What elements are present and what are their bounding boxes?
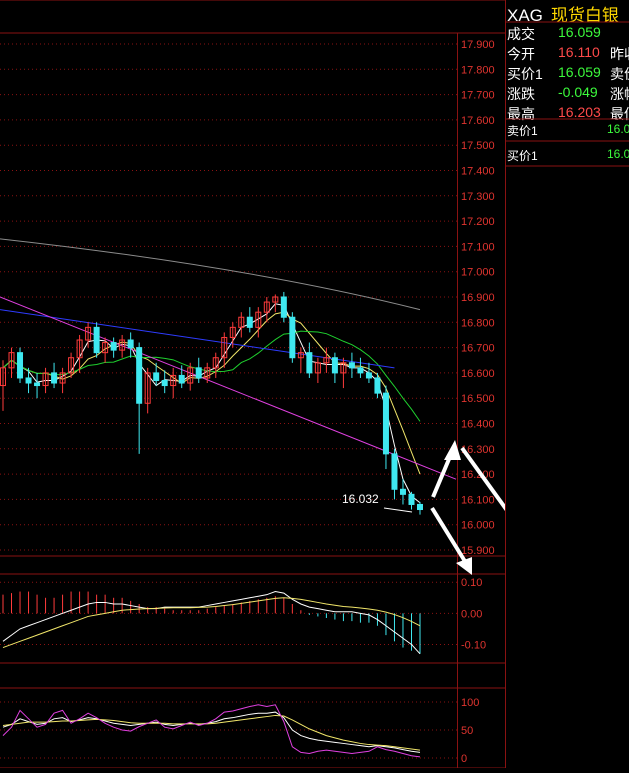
- y-tick-label: 16.700: [461, 343, 495, 355]
- kdj-k-line: [2, 711, 421, 753]
- candle-body: [289, 316, 296, 359]
- candle-body: [374, 377, 381, 394]
- kdj-tick-label: 0: [461, 753, 467, 765]
- quote-label: 今开: [507, 46, 535, 62]
- lines-layer: [0, 238, 457, 758]
- quote-value: 16.110: [558, 44, 600, 60]
- y-tick-label: 16.600: [461, 368, 495, 380]
- macd-dif-line: [2, 591, 421, 655]
- candle-body: [399, 488, 406, 495]
- candle-body: [178, 374, 185, 384]
- arrow-down-icon: [430, 506, 472, 575]
- quote-label: 成交: [507, 26, 535, 42]
- quote-label-2: 涨幅: [610, 86, 629, 102]
- chart-area[interactable]: 17.900 17.800 17.700 17.600 17.500 17.400 17.3…: [0, 0, 629, 769]
- quote-row: 买价1 16.059 卖价: [507, 64, 629, 84]
- quote-label-2: 最低: [610, 106, 629, 122]
- candle-body: [93, 326, 100, 354]
- y-tick-label: 17.300: [461, 191, 495, 203]
- y-tick-label: 16.400: [461, 419, 495, 431]
- symbol: XAG: [507, 6, 543, 25]
- ask-value: 16.0: [607, 122, 629, 136]
- candle-body: [195, 367, 202, 379]
- y-tick-label: 16.900: [461, 292, 495, 304]
- candle-body: [280, 296, 287, 318]
- y-tick-label: 16.500: [461, 393, 495, 405]
- candle-body: [306, 352, 313, 374]
- quote-label: 买价1: [507, 66, 543, 82]
- quote-panel: XAG 现货白银 成交 16.059 今开 16.110 昨收 买价1 16.05…: [505, 0, 629, 768]
- quote-row: 今开 16.110 昨收: [507, 44, 629, 64]
- y-tick-label: 17.800: [461, 64, 495, 76]
- kdj-j-line: [2, 704, 421, 758]
- quote-value: 16.203: [558, 104, 601, 120]
- y-tick-label: 16.100: [461, 494, 495, 506]
- candle-body: [51, 372, 58, 384]
- quote-row: 涨跌 -0.049 涨幅: [507, 84, 629, 104]
- quote-value: -0.049: [558, 84, 598, 100]
- quote-label-2: 昨收: [610, 46, 629, 62]
- candle-body: [246, 316, 253, 328]
- bid-row: 买价1 16.0: [507, 147, 629, 165]
- candle-body: [136, 347, 143, 404]
- y-tick-label: 15.900: [461, 545, 495, 557]
- arrow-up-icon: [431, 440, 461, 498]
- annotation-leader: [383, 507, 413, 513]
- macd-tick-label: 0.00: [461, 608, 482, 620]
- candle-body: [348, 362, 355, 369]
- candle-body: [382, 392, 389, 455]
- quote-value: 16.059: [558, 64, 601, 80]
- kdj-tick-label: 50: [461, 725, 473, 737]
- candle-body: [110, 342, 117, 351]
- axis-layer: 17.900 17.800 17.700 17.600 17.500 17.400 17.3…: [461, 39, 495, 765]
- candle-body: [17, 352, 24, 379]
- candle-body: [161, 379, 168, 387]
- macd-tick-label: 0.10: [461, 577, 482, 589]
- candle-body: [417, 503, 423, 511]
- price-annotation: 16.032: [342, 492, 379, 506]
- kdj-tick-label: 100: [461, 697, 479, 709]
- ma-line-gray: [0, 238, 421, 311]
- quote-value: 16.059: [558, 24, 601, 40]
- candle-body: [34, 382, 41, 387]
- candles-layer: [0, 291, 423, 515]
- candle-body: [153, 372, 160, 381]
- quote-label: 最高: [507, 106, 535, 122]
- macd-tick-label: -0.10: [461, 639, 486, 651]
- candle-body: [408, 493, 415, 505]
- candle-body: [25, 377, 32, 384]
- bid-value: 16.0: [607, 147, 629, 161]
- quote-row: 最高 16.203 最低: [507, 104, 629, 124]
- candle-body: [391, 453, 398, 490]
- quote-header: XAG 现货白银: [507, 1, 619, 26]
- ask-label: 卖价1: [507, 124, 538, 138]
- y-tick-label: 17.400: [461, 166, 495, 178]
- candle-body: [365, 372, 372, 379]
- ma-line-yellow: [2, 311, 421, 475]
- y-tick-label: 17.900: [461, 39, 495, 51]
- grid-layer: [0, 0, 505, 769]
- instrument-name: 现货白银: [550, 6, 619, 25]
- y-tick-label: 17.000: [461, 267, 495, 279]
- candle-body: [331, 357, 338, 374]
- y-tick-label: 17.500: [461, 140, 495, 152]
- y-tick-label: 17.200: [461, 216, 495, 228]
- y-tick-label: 16.000: [461, 520, 495, 532]
- y-tick-label: 17.600: [461, 115, 495, 127]
- quote-label-2: 卖价: [610, 66, 629, 82]
- y-tick-label: 17.100: [461, 241, 495, 253]
- y-tick-label: 17.700: [461, 90, 495, 102]
- y-tick-label: 16.800: [461, 317, 495, 329]
- quote-row: 成交 16.059: [507, 24, 629, 44]
- ask-row: 卖价1 16.0: [507, 122, 629, 140]
- ma-line-white: [2, 303, 421, 504]
- candle-body: [357, 367, 364, 374]
- quote-label: 涨跌: [507, 86, 535, 102]
- bid-label: 买价1: [507, 149, 538, 163]
- candle-body: [127, 339, 134, 349]
